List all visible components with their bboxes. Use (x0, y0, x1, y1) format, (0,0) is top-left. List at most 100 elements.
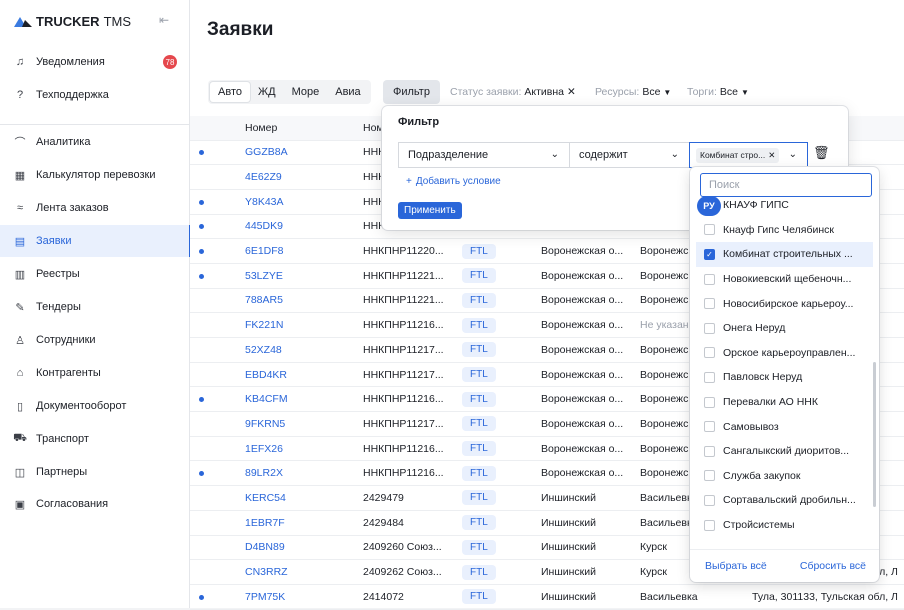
dropdown-option[interactable]: Орское карьероуправлен... (690, 341, 879, 366)
column-header-number[interactable]: Номер (236, 116, 355, 141)
checkbox[interactable] (704, 470, 715, 482)
dropdown-option[interactable]: Кнауф Гипс Челябинск (690, 218, 879, 243)
request-number-link[interactable]: 89LR2X (245, 467, 283, 479)
checkbox[interactable]: ✓ (704, 248, 715, 260)
sidebar-item[interactable]: ? Техподдержка (0, 79, 190, 111)
dropdown-option[interactable]: Самовывоз (690, 414, 879, 439)
request-number-link[interactable]: 1EBR7F (245, 517, 285, 529)
sidebar-item[interactable]: ▤ Заявки (0, 225, 191, 257)
request-number-link[interactable]: Y8K43A (245, 196, 284, 208)
dropdown-option[interactable]: Служба закупок (690, 464, 879, 489)
request-number-link[interactable]: 788AR5 (245, 294, 283, 306)
sidebar-item[interactable]: ≈ Лента заказов (0, 192, 190, 224)
option-label: Павловск Неруд (723, 371, 803, 384)
resources-value: Все (642, 86, 661, 98)
sidebar-item[interactable]: ⌂ Контрагенты (0, 357, 190, 389)
checkbox[interactable] (704, 445, 715, 457)
close-icon[interactable]: ✕ (768, 150, 775, 161)
auctions-filter-chip[interactable]: Торги: Все ▼ (687, 86, 749, 98)
number-cell: KB4CFM (236, 386, 355, 413)
filter-button[interactable]: Фильтр (383, 80, 440, 104)
logo[interactable]: TRUCKER TMS (14, 14, 131, 29)
sidebar-item[interactable]: ◫ Партнеры (0, 456, 190, 488)
request-number-link[interactable]: EBD4KR (245, 369, 287, 381)
dropdown-option[interactable]: Павловск Неруд (690, 365, 879, 390)
dropdown-options[interactable]: КНАУФ ГИПС Кнауф Гипс Челябинск ✓ Комбинат … (690, 193, 879, 541)
checkbox[interactable] (704, 396, 715, 408)
request-number-link[interactable]: KB4CFM (245, 393, 288, 405)
request-number-link[interactable]: FK221N (245, 319, 284, 331)
checkbox[interactable] (704, 421, 715, 433)
request-number-link[interactable]: 52XZ48 (245, 344, 282, 356)
number-cell: GGZB8A (236, 140, 355, 166)
external-number-cell: ННКПНР11217... (355, 362, 451, 388)
dropdown-option[interactable]: Новосибирское карьероу... (690, 291, 879, 316)
table-row[interactable]: 7PM75K 2414072 FTL Иншинский Васильевка Тула,… (190, 584, 904, 610)
request-number-link[interactable]: 4E62Z9 (245, 171, 282, 183)
close-icon[interactable]: ✕ (567, 86, 576, 98)
dropdown-search-input[interactable]: Поиск (700, 173, 872, 197)
add-condition-link[interactable]: + Добавить условие (406, 176, 501, 187)
filter-operator-select[interactable]: содержит ⌄ (569, 142, 690, 168)
external-number: 2429484 (363, 516, 404, 529)
collapse-icon[interactable]: ⇤ (159, 13, 169, 27)
type-cell: FTL (451, 436, 533, 462)
checkbox[interactable] (704, 298, 715, 310)
resources-filter-chip[interactable]: Ресурсы: Все ▼ (595, 86, 671, 98)
sidebar-item[interactable]: ▦ Калькулятор перевозки (0, 159, 190, 191)
request-number-link[interactable]: 7PM75K (245, 591, 285, 603)
request-number-link[interactable]: GGZB8A (245, 146, 288, 158)
dropdown-option[interactable]: Перевалки АО ННК (690, 390, 879, 415)
request-number-link[interactable]: CN3RRZ (245, 566, 288, 578)
apply-button[interactable]: Применить (398, 202, 462, 219)
dropdown-option[interactable]: Сычевский производств... (690, 537, 879, 541)
checkbox[interactable] (704, 224, 715, 236)
dropdown-option[interactable]: Онега Неруд (690, 316, 879, 341)
number-cell: 4E62Z9 (236, 164, 355, 190)
requests-icon: ▤ (14, 235, 26, 248)
status-filter-chip[interactable]: Статус заявки: Активна ✕ (450, 86, 576, 98)
sidebar-item[interactable]: ♫ Уведомления (0, 46, 190, 78)
request-number-link[interactable]: 445DK9 (245, 220, 283, 232)
request-number-link[interactable]: 53LZYE (245, 270, 283, 282)
request-number-link[interactable]: KERC54 (245, 492, 286, 504)
checkbox[interactable] (704, 494, 715, 506)
language-badge[interactable]: РУ (697, 196, 721, 216)
select-all-button[interactable]: Выбрать всё (705, 560, 767, 572)
filter-field-select[interactable]: Подразделение ⌄ (398, 142, 570, 168)
request-number-link[interactable]: 9FKRN5 (245, 418, 285, 430)
checkbox[interactable] (704, 322, 715, 334)
sidebar-item[interactable]: ♙ Сотрудники (0, 324, 190, 356)
sidebar-item[interactable]: ▣ Согласования (0, 488, 190, 520)
dropdown-option[interactable]: ✓ Комбинат строительных ... (696, 242, 873, 267)
request-number-link[interactable]: D4BN89 (245, 541, 285, 553)
sidebar-item[interactable]: ▯ Документооборот (0, 390, 190, 422)
filter-value-select[interactable]: Комбинат стро... ✕ ⌄ (689, 142, 808, 168)
reset-all-button[interactable]: Сбросить всё (800, 560, 866, 572)
number-cell: 89LR2X (236, 460, 355, 487)
sidebar-item[interactable]: ▥ Реестры (0, 258, 190, 290)
dropdown-option[interactable]: Сангалыкский диоритов... (690, 439, 879, 464)
tab-rail[interactable]: ЖД (250, 82, 284, 102)
checkbox[interactable] (704, 273, 715, 285)
request-number-link[interactable]: 6E1DF8 (245, 245, 284, 257)
dropdown-option[interactable]: Сортавальский дробильн... (690, 488, 879, 513)
dropdown-option[interactable]: Стройсистемы (690, 513, 879, 538)
notification-badge: 78 (163, 55, 177, 69)
destination-cell: Васильевка (632, 584, 744, 610)
dropdown-option[interactable]: Новокиевский щебеночн... (690, 267, 879, 292)
checkbox[interactable] (704, 347, 715, 359)
request-number-link[interactable]: 1EFX26 (245, 443, 283, 455)
tab-sea[interactable]: Море (284, 82, 328, 102)
sidebar-item[interactable]: ✎ Тендеры (0, 291, 190, 323)
external-number-cell: ННКПНР11216... (355, 312, 451, 338)
sidebar-item[interactable]: ⌒ Аналитика (0, 126, 190, 158)
checkbox[interactable] (704, 519, 715, 531)
dropdown-scrollbar[interactable] (873, 362, 876, 507)
type-cell: FTL (451, 263, 533, 289)
checkbox[interactable] (704, 371, 715, 383)
sidebar-item[interactable]: ⛟ Транспорт (0, 423, 190, 455)
trash-icon[interactable]: 🗑 (813, 145, 830, 161)
tab-air[interactable]: Авиа (327, 82, 368, 102)
tab-auto[interactable]: Авто (210, 82, 250, 102)
